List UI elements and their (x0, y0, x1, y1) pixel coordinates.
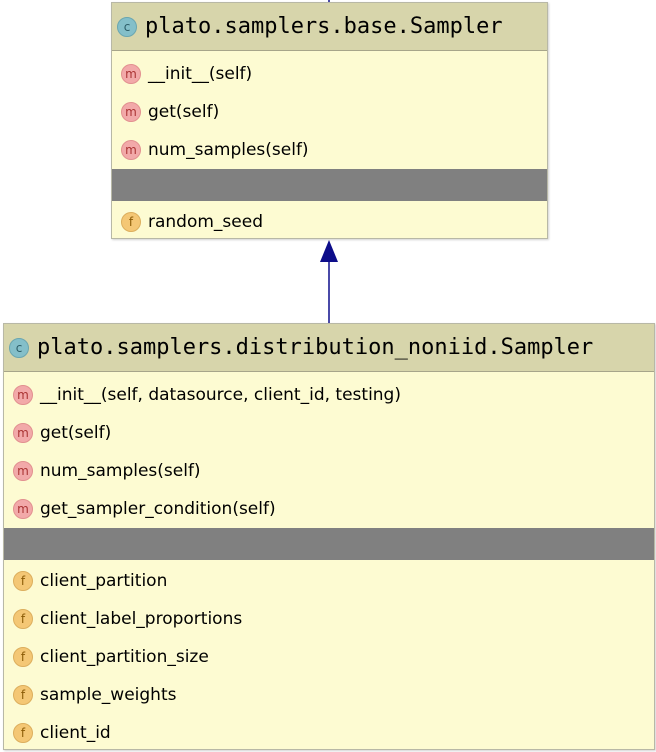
class-box-base-sampler[interactable]: c plato.samplers.base.Sampler m __init__… (111, 2, 548, 239)
method-row[interactable]: m get(self) (4, 414, 654, 452)
method-icon: m (13, 499, 33, 519)
field-label: client_id (40, 723, 111, 743)
field-row[interactable]: f client_partition (4, 562, 654, 600)
methods-section: m __init__(self) m get(self) m num_sampl… (112, 51, 547, 169)
inheritance-arrowhead (320, 240, 338, 262)
field-row[interactable]: f sample_weights (4, 676, 654, 714)
method-label: __init__(self, datasource, client_id, te… (40, 385, 401, 405)
field-row[interactable]: f random_seed (112, 203, 547, 241)
section-divider (4, 528, 654, 560)
method-icon: m (13, 461, 33, 481)
method-label: __init__(self) (148, 64, 253, 84)
method-row[interactable]: m __init__(self) (112, 55, 547, 93)
method-row[interactable]: m num_samples(self) (4, 452, 654, 490)
class-box-distribution-noniid-sampler[interactable]: c plato.samplers.distribution_noniid.Sam… (3, 323, 655, 750)
method-row[interactable]: m __init__(self, datasource, client_id, … (4, 376, 654, 414)
field-icon: f (13, 723, 33, 743)
class-title: plato.samplers.base.Sampler (145, 14, 503, 39)
fields-section: f random_seed (112, 201, 547, 241)
method-icon: m (13, 423, 33, 443)
methods-section: m __init__(self, datasource, client_id, … (4, 372, 654, 528)
field-icon: f (13, 685, 33, 705)
field-icon: f (13, 647, 33, 667)
class-title: plato.samplers.distribution_noniid.Sampl… (37, 335, 594, 360)
method-label: get_sampler_condition(self) (40, 499, 276, 519)
field-label: random_seed (148, 212, 263, 232)
field-row[interactable]: f client_id (4, 714, 654, 752)
field-icon: f (121, 212, 141, 232)
class-header: c plato.samplers.distribution_noniid.Sam… (4, 324, 654, 372)
field-label: sample_weights (40, 685, 177, 705)
method-icon: m (121, 140, 141, 160)
method-label: num_samples(self) (148, 140, 309, 160)
field-label: client_label_proportions (40, 609, 243, 629)
class-icon: c (117, 16, 137, 37)
method-row[interactable]: m get_sampler_condition(self) (4, 490, 654, 528)
field-icon: f (13, 609, 33, 629)
class-header: c plato.samplers.base.Sampler (112, 3, 547, 51)
method-label: get(self) (148, 102, 220, 122)
method-icon: m (13, 385, 33, 405)
method-row[interactable]: m num_samples(self) (112, 131, 547, 169)
fields-section: f client_partition f client_label_propor… (4, 560, 654, 752)
field-row[interactable]: f client_partition_size (4, 638, 654, 676)
field-label: client_partition_size (40, 647, 209, 667)
method-label: get(self) (40, 423, 112, 443)
method-icon: m (121, 102, 141, 122)
method-row[interactable]: m get(self) (112, 93, 547, 131)
class-icon: c (9, 337, 29, 358)
section-divider (112, 169, 547, 201)
field-label: client_partition (40, 571, 168, 591)
method-icon: m (121, 64, 141, 84)
method-label: num_samples(self) (40, 461, 201, 481)
field-icon: f (13, 571, 33, 591)
field-row[interactable]: f client_label_proportions (4, 600, 654, 638)
